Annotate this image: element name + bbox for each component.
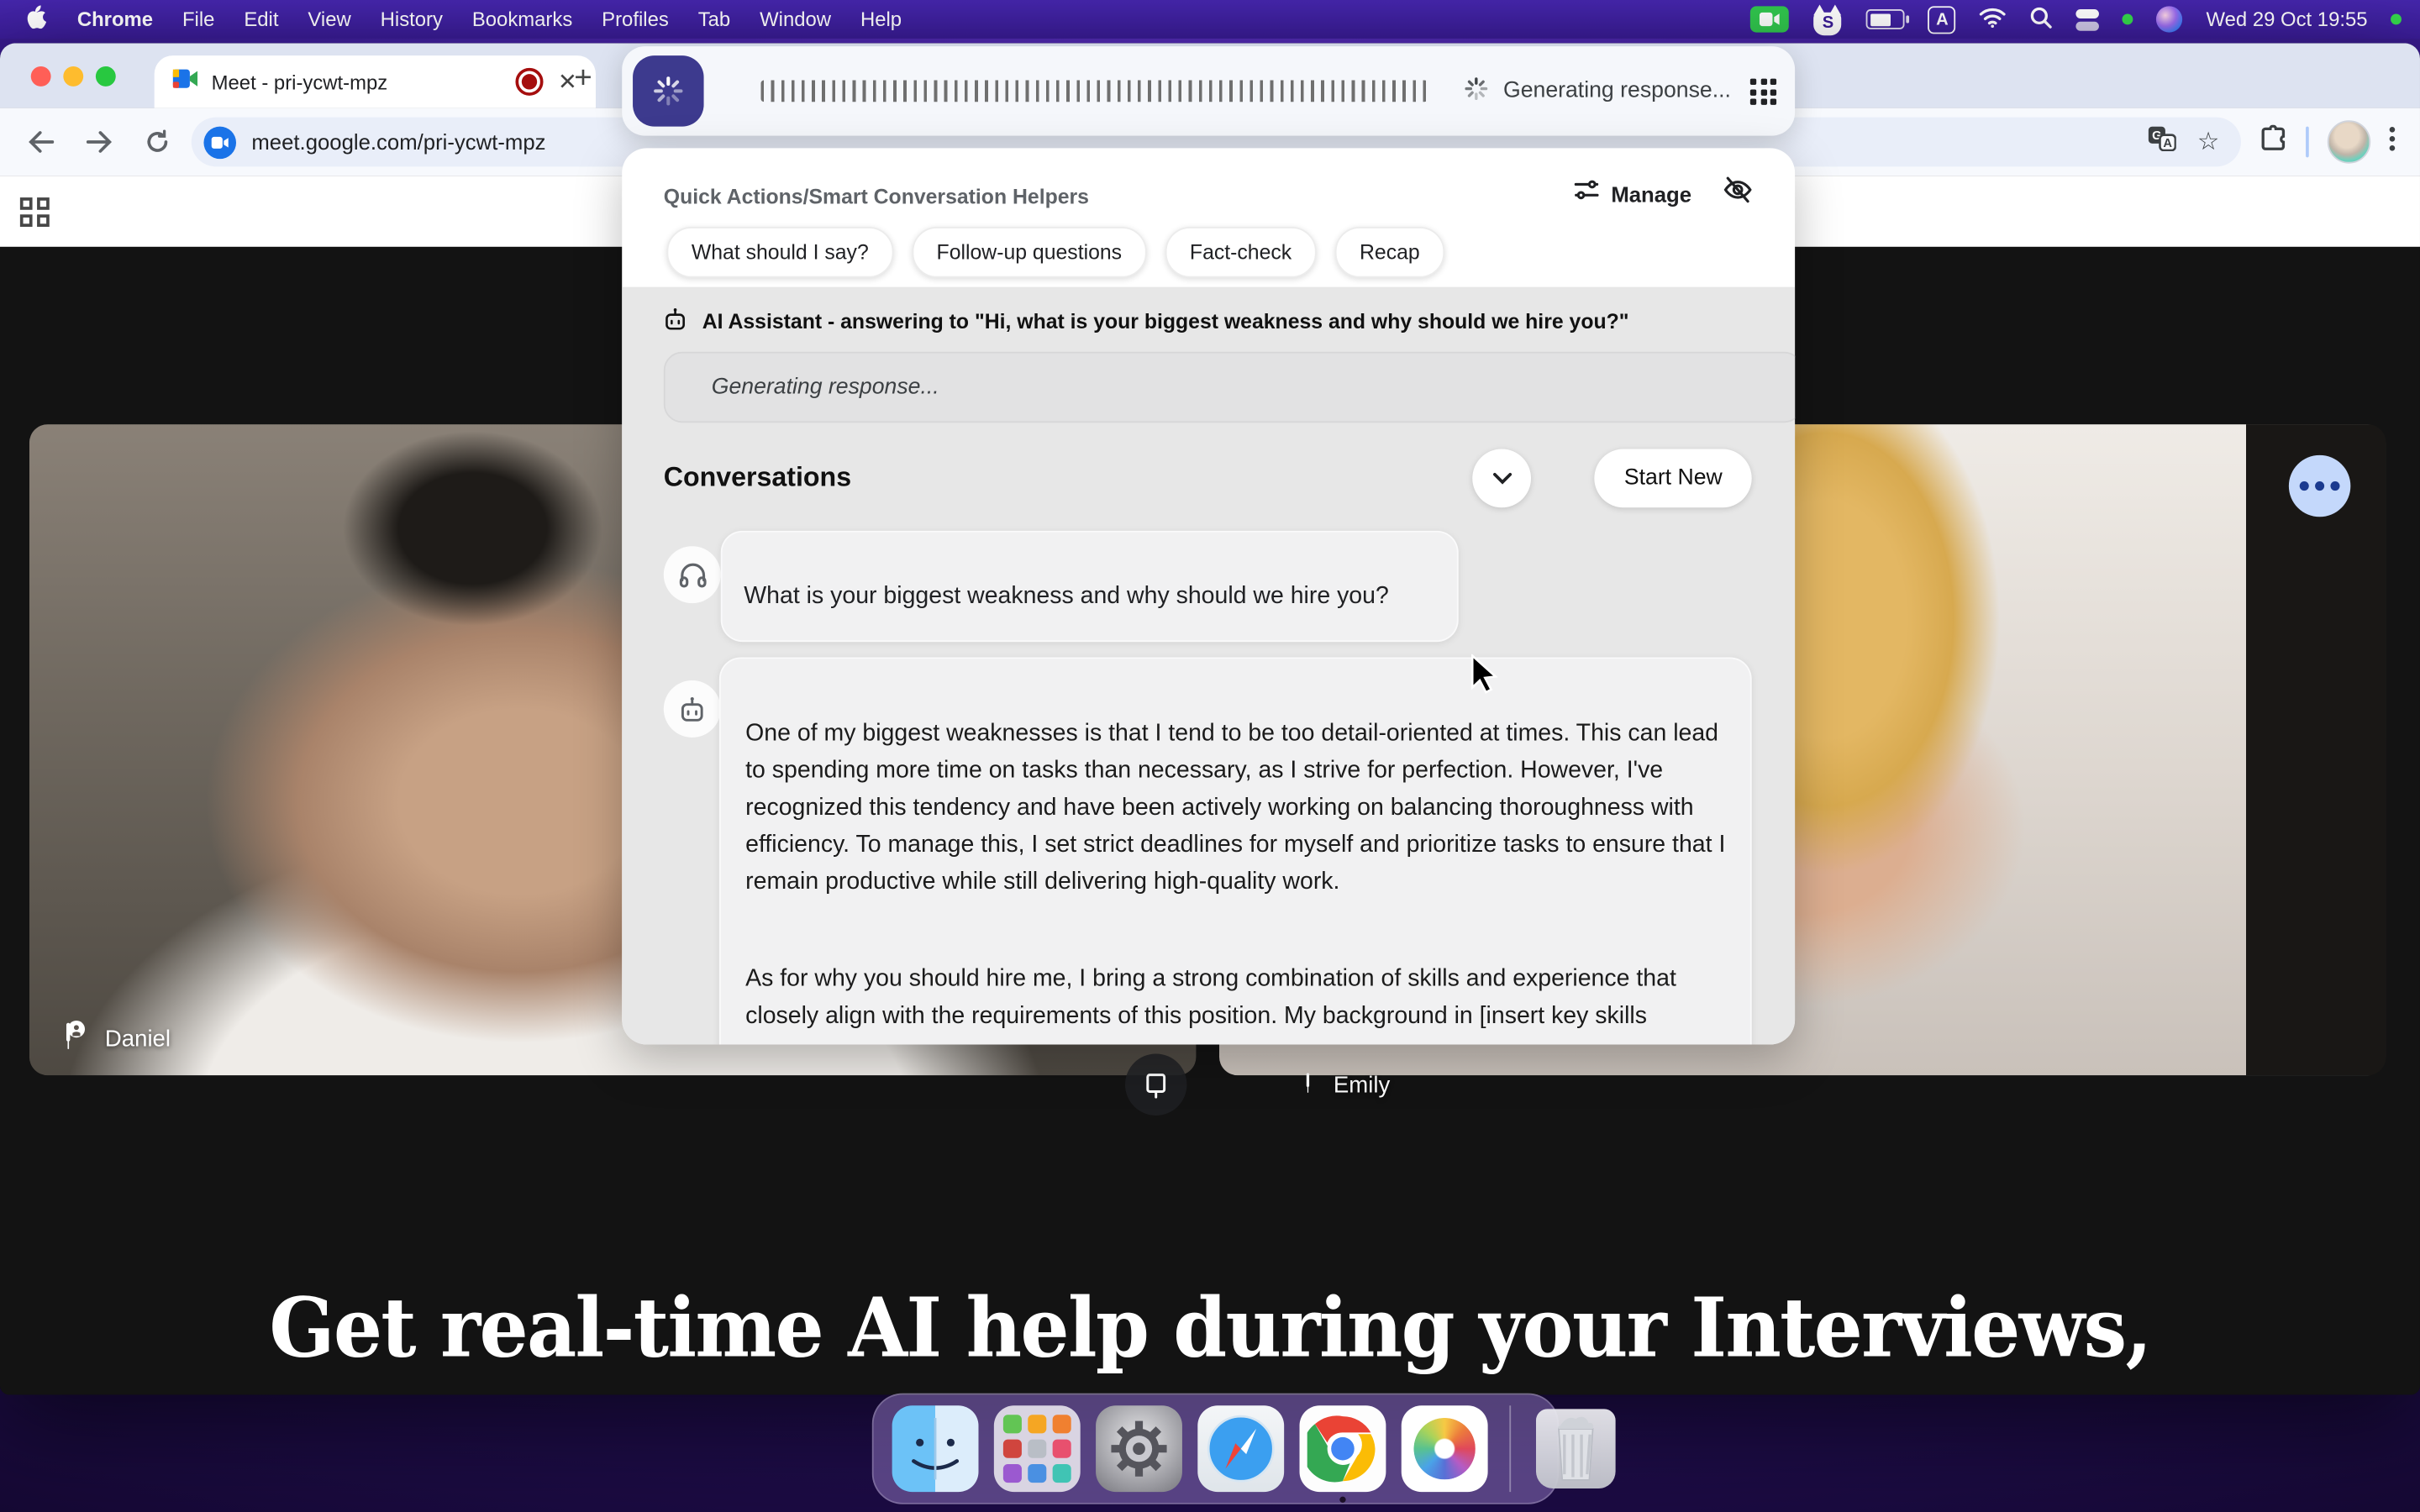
quick-action-recap[interactable]: Recap bbox=[1335, 227, 1444, 278]
siri-icon[interactable] bbox=[2157, 6, 2183, 32]
pin-icon bbox=[61, 1020, 86, 1057]
dock-divider bbox=[1509, 1405, 1511, 1492]
assistant-apps-grid-icon[interactable] bbox=[1750, 79, 1776, 105]
tab-groups-grid-icon[interactable] bbox=[20, 197, 50, 227]
headline-line1: Get real-time AI help during your Interv… bbox=[72, 1278, 2347, 1379]
macos-menu-bar: Chrome File Edit View History Bookmarks … bbox=[0, 0, 2420, 39]
close-window-button[interactable] bbox=[31, 66, 51, 87]
spotlight-search-icon[interactable] bbox=[2030, 5, 2054, 33]
menu-app-name[interactable]: Chrome bbox=[77, 8, 153, 31]
bookmark-star-icon[interactable]: ☆ bbox=[2197, 127, 2219, 158]
participant-name-right: Emily bbox=[1300, 1071, 1391, 1100]
menu-item-history[interactable]: History bbox=[381, 8, 443, 31]
menu-clock[interactable]: Wed 29 Oct 19:55 bbox=[2207, 8, 2368, 31]
answer-paragraph-1: One of my biggest weaknesses is that I t… bbox=[745, 716, 1725, 900]
forward-button[interactable] bbox=[74, 118, 124, 167]
answer-paragraph-2: As for why you should hire me, I bring a… bbox=[745, 961, 1725, 1035]
battery-icon[interactable] bbox=[1866, 9, 1905, 29]
generating-response-box: Generating response... bbox=[664, 352, 1795, 423]
menu-item-help[interactable]: Help bbox=[860, 8, 902, 31]
status-green-dot-right bbox=[2391, 14, 2402, 25]
pin-icon-small bbox=[1300, 1071, 1318, 1100]
collapse-chevron-button[interactable] bbox=[1472, 449, 1531, 507]
macos-dock bbox=[872, 1394, 1559, 1504]
minimize-window-button[interactable] bbox=[63, 66, 83, 87]
question-text: What is your biggest weakness and why sh… bbox=[744, 583, 1389, 611]
sliders-icon bbox=[1574, 177, 1598, 210]
browser-tab[interactable]: Meet - pri-ycwt-mpz ✕ bbox=[155, 55, 596, 108]
meet-favicon bbox=[173, 67, 197, 97]
tab-title: Meet - pri-ycwt-mpz bbox=[212, 71, 502, 94]
url-site-icon bbox=[203, 126, 236, 159]
wifi-icon[interactable] bbox=[1980, 7, 2007, 31]
mouse-cursor bbox=[1470, 654, 1503, 702]
menu-item-profiles[interactable]: Profiles bbox=[602, 8, 669, 31]
reload-button[interactable] bbox=[133, 118, 182, 167]
dock-launchpad-icon[interactable] bbox=[994, 1405, 1081, 1492]
profile-avatar[interactable] bbox=[2328, 120, 2370, 163]
participant-name-left: Daniel bbox=[61, 1020, 171, 1057]
dock-finder-icon[interactable] bbox=[892, 1405, 979, 1492]
tile-more-options-button[interactable] bbox=[2289, 455, 2350, 517]
assistant-status-bar[interactable]: Generating response... bbox=[622, 46, 1795, 136]
quick-action-fact-check[interactable]: Fact-check bbox=[1165, 227, 1317, 278]
new-tab-button[interactable]: + bbox=[574, 63, 592, 94]
menu-item-file[interactable]: File bbox=[182, 8, 214, 31]
robot-icon-answer bbox=[664, 680, 721, 738]
dock-settings-icon[interactable] bbox=[1096, 1405, 1182, 1492]
photos-flower-icon bbox=[1413, 1418, 1475, 1479]
assistant-panel: Quick Actions/Smart Conversation Helpers… bbox=[622, 148, 1795, 1044]
assistant-app-logo[interactable] bbox=[633, 55, 703, 126]
quick-action-follow-up-questions[interactable]: Follow-up questions bbox=[912, 227, 1146, 278]
answer-bubble: One of my biggest weaknesses is that I t… bbox=[719, 657, 1752, 1044]
hide-overlay-eye-off-icon[interactable] bbox=[1723, 176, 1754, 211]
browser-menu-icon[interactable] bbox=[2389, 126, 2395, 159]
status-green-dot bbox=[2123, 14, 2133, 25]
dock-trash-icon[interactable] bbox=[1536, 1409, 1616, 1488]
translate-icon[interactable]: GA bbox=[2148, 126, 2175, 159]
apple-icon[interactable] bbox=[24, 4, 48, 35]
quick-actions-header: Quick Actions/Smart Conversation Helpers bbox=[664, 185, 1089, 208]
menu-item-bookmarks[interactable]: Bookmarks bbox=[472, 8, 572, 31]
spinner-icon bbox=[1463, 75, 1489, 108]
assistant-content-area: AI Assistant - answering to "Hi, what is… bbox=[622, 287, 1795, 1045]
dock-chrome-icon[interactable] bbox=[1300, 1405, 1386, 1492]
manage-button[interactable]: Manage bbox=[1574, 177, 1691, 210]
input-source-icon[interactable]: A bbox=[1928, 5, 1956, 33]
conversations-title: Conversations bbox=[664, 461, 851, 494]
chrome-running-dot bbox=[1339, 1497, 1345, 1503]
dock-safari-icon[interactable] bbox=[1197, 1405, 1284, 1492]
start-new-button[interactable]: Start New bbox=[1595, 449, 1752, 507]
pin-tile-button[interactable] bbox=[1125, 1053, 1186, 1115]
extensions-icon[interactable] bbox=[2260, 124, 2287, 160]
menu-item-edit[interactable]: Edit bbox=[244, 8, 278, 31]
back-button[interactable] bbox=[15, 118, 65, 167]
robot-icon bbox=[664, 307, 687, 337]
browser-window: Meet - pri-ycwt-mpz ✕ + meet.google.com/… bbox=[0, 43, 2420, 1394]
menu-item-tab[interactable]: Tab bbox=[698, 8, 731, 31]
zoom-window-button[interactable] bbox=[96, 66, 116, 87]
generating-status-text: Generating response... bbox=[1503, 79, 1731, 103]
menu-item-window[interactable]: Window bbox=[760, 8, 831, 31]
menu-item-view[interactable]: View bbox=[308, 8, 350, 31]
camera-active-icon[interactable] bbox=[1751, 6, 1790, 32]
svg-text:A: A bbox=[2163, 136, 2172, 150]
recording-indicator-icon bbox=[516, 68, 544, 96]
assistant-answer-heading: AI Assistant - answering to "Hi, what is… bbox=[702, 310, 1629, 333]
question-bubble: What is your biggest weakness and why sh… bbox=[721, 531, 1459, 642]
control-center-icon[interactable] bbox=[2076, 8, 2100, 30]
toolbar-divider bbox=[2306, 127, 2309, 158]
promo-headline: Get real-time AI help during your Interv… bbox=[72, 1278, 2347, 1395]
audio-waveform bbox=[761, 81, 1428, 102]
stealth-app-icon[interactable]: S bbox=[1812, 4, 1844, 35]
quick-action-what-should-i-say[interactable]: What should I say? bbox=[666, 227, 893, 278]
headphones-icon bbox=[664, 546, 721, 603]
desktop-stage: Chrome File Edit View History Bookmarks … bbox=[0, 0, 2420, 1512]
dock-photos-icon[interactable] bbox=[1402, 1405, 1488, 1492]
